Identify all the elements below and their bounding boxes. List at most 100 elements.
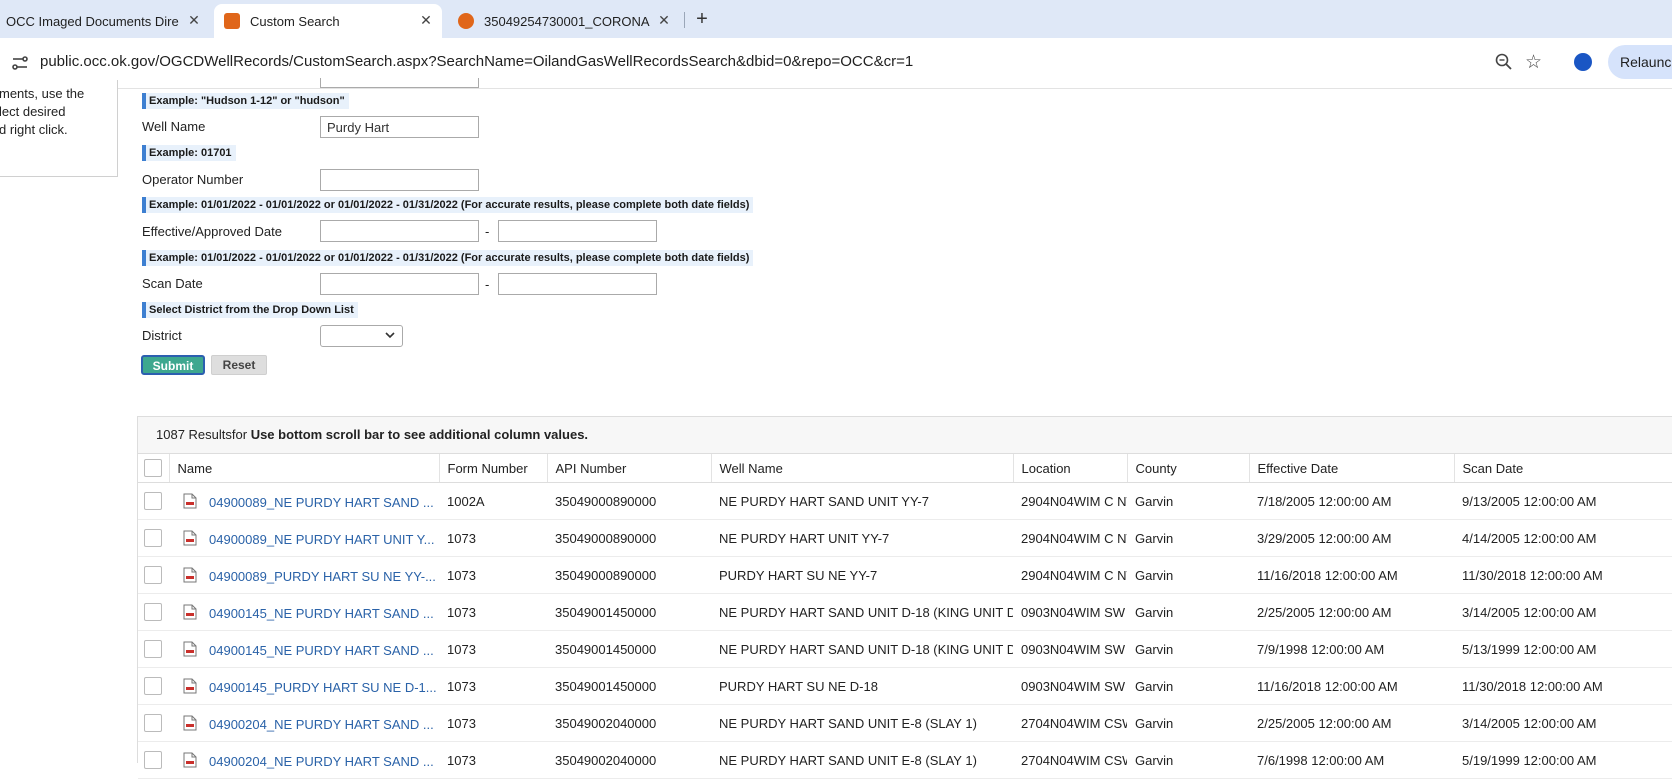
column-header-form-number[interactable]: Form Number	[439, 454, 548, 483]
row-well-name: NE PURDY HART SAND UNIT E-8 (SLAY 1)	[711, 704, 1013, 742]
table-row[interactable]: 04900204_NE PURDY HART SAND ... 1073 35049…	[138, 704, 1672, 742]
table-row[interactable]: 04900145_NE PURDY HART SAND ... 1073 35049…	[138, 593, 1672, 631]
row-select-cell	[138, 556, 169, 594]
operator-number-input[interactable]	[320, 169, 479, 191]
tab-separator	[684, 12, 685, 28]
document-link[interactable]: 04900145_NE PURDY HART SAND ...	[209, 606, 434, 621]
close-icon[interactable]: ✕	[418, 12, 434, 28]
bookmark-star-icon[interactable]: ☆	[1525, 51, 1542, 74]
results-for: for	[231, 427, 248, 442]
row-checkbox[interactable]	[144, 677, 162, 695]
row-county: Garvin	[1127, 630, 1249, 668]
row-location: 0903N04WIM SW	[1013, 630, 1127, 668]
row-effective-date: 11/16/2018 12:00:00 AM	[1249, 556, 1454, 594]
column-header-county[interactable]: County	[1127, 454, 1250, 483]
scan-date-to-input[interactable]	[498, 273, 657, 295]
row-well-name: NE PURDY HART SAND UNIT D-18 (KING UNIT …	[711, 593, 1013, 631]
row-name-cell: 04900089_NE PURDY HART UNIT Y...	[169, 519, 439, 557]
url-text[interactable]: public.occ.ok.gov/OGCDWellRecords/Custom…	[40, 53, 913, 70]
row-select-cell	[138, 482, 169, 520]
results-table-body: 04900089_NE PURDY HART SAND ... 1002A 3504…	[138, 482, 1672, 779]
document-link[interactable]: 04900089_NE PURDY HART UNIT Y...	[209, 532, 434, 547]
document-icon	[183, 678, 197, 693]
row-effective-date: 2/25/2005 12:00:00 AM	[1249, 593, 1454, 631]
tab-document[interactable]: 35049254730001_CORONA ✕	[446, 4, 680, 38]
column-header-location[interactable]: Location	[1013, 454, 1128, 483]
column-header-scan-date[interactable]: Scan Date	[1454, 454, 1672, 483]
select-all-header	[138, 454, 170, 483]
document-link[interactable]: 04900145_PURDY HART SU NE D-1...	[209, 680, 437, 695]
row-api-number: 35049002040000	[547, 741, 711, 779]
column-header-name[interactable]: Name	[169, 454, 440, 483]
tab-occ-imaged-documents[interactable]: OCC Imaged Documents Dire ✕	[0, 4, 210, 38]
column-header-well-name[interactable]: Well Name	[711, 454, 1014, 483]
well-name-input[interactable]: Purdy Hart	[320, 116, 479, 138]
column-header-api-number[interactable]: API Number	[547, 454, 712, 483]
column-header-effective-date[interactable]: Effective Date	[1249, 454, 1455, 483]
row-scan-date: 5/13/1999 12:00:00 AM	[1454, 630, 1672, 668]
row-effective-date: 7/6/1998 12:00:00 AM	[1249, 741, 1454, 779]
effective-date-to-input[interactable]	[498, 220, 657, 242]
row-checkbox[interactable]	[144, 529, 162, 547]
new-tab-icon[interactable]: +	[692, 9, 712, 29]
row-county: Garvin	[1127, 519, 1249, 557]
district-label: District	[142, 328, 182, 343]
table-row[interactable]: 04900145_PURDY HART SU NE D-1... 1073 3504…	[138, 667, 1672, 705]
results-table: Name Form Number API Number Well Name Lo…	[138, 454, 1672, 779]
close-icon[interactable]: ✕	[186, 12, 202, 28]
previous-field-input[interactable]	[320, 78, 479, 88]
hint-district: Select District from the Drop Down List	[142, 302, 358, 318]
row-select-cell	[138, 704, 169, 742]
district-select[interactable]	[320, 325, 403, 347]
select-all-checkbox[interactable]	[144, 459, 162, 477]
row-api-number: 35049001450000	[547, 667, 711, 705]
row-well-name: NE PURDY HART SAND UNIT D-18 (KING UNIT …	[711, 630, 1013, 668]
effective-date-from-input[interactable]	[320, 220, 479, 242]
scan-date-from-input[interactable]	[320, 273, 479, 295]
row-scan-date: 4/14/2005 12:00:00 AM	[1454, 519, 1672, 557]
profile-avatar-icon[interactable]	[1574, 53, 1592, 71]
row-checkbox[interactable]	[144, 751, 162, 769]
table-row[interactable]: 04900145_NE PURDY HART SAND ... 1073 35049…	[138, 630, 1672, 668]
row-checkbox[interactable]	[144, 492, 162, 510]
submit-button[interactable]: Submit	[141, 355, 205, 375]
tab-custom-search[interactable]: Custom Search ✕	[214, 4, 442, 38]
document-link[interactable]: 04900089_PURDY HART SU NE YY-...	[209, 569, 436, 584]
document-link[interactable]: 04900145_NE PURDY HART SAND ...	[209, 643, 434, 658]
row-scan-date: 9/13/2005 12:00:00 AM	[1454, 482, 1672, 520]
row-checkbox[interactable]	[144, 640, 162, 658]
effective-date-label: Effective/Approved Date	[142, 224, 282, 239]
document-link[interactable]: 04900204_NE PURDY HART SAND ...	[209, 754, 434, 769]
row-name-cell: 04900089_PURDY HART SU NE YY-...	[169, 556, 439, 594]
table-row[interactable]: 04900089_NE PURDY HART SAND ... 1002A 3504…	[138, 482, 1672, 520]
row-checkbox[interactable]	[144, 714, 162, 732]
site-info-icon[interactable]	[11, 54, 29, 72]
reset-button[interactable]: Reset	[211, 355, 267, 375]
table-row[interactable]: 04900089_PURDY HART SU NE YY-... 1073 3504…	[138, 556, 1672, 594]
row-api-number: 35049002040000	[547, 704, 711, 742]
row-name-cell: 04900145_PURDY HART SU NE D-1...	[169, 667, 439, 705]
table-row[interactable]: 04900089_NE PURDY HART UNIT Y... 1073 3504…	[138, 519, 1672, 557]
row-api-number: 35049000890000	[547, 556, 711, 594]
results-panel: 1087 Resultsfor Use bottom scroll bar to…	[137, 416, 1672, 779]
row-county: Garvin	[1127, 704, 1249, 742]
row-checkbox[interactable]	[144, 603, 162, 621]
row-scan-date: 11/30/2018 12:00:00 AM	[1454, 667, 1672, 705]
row-api-number: 35049001450000	[547, 630, 711, 668]
row-checkbox[interactable]	[144, 566, 162, 584]
document-link[interactable]: 04900204_NE PURDY HART SAND ...	[209, 717, 434, 732]
row-select-cell	[138, 630, 169, 668]
row-effective-date: 2/25/2005 12:00:00 AM	[1249, 704, 1454, 742]
relaunch-button[interactable]: Relaunch	[1608, 45, 1672, 79]
close-icon[interactable]: ✕	[656, 12, 672, 28]
row-well-name: NE PURDY HART SAND UNIT YY-7	[711, 482, 1013, 520]
hint-well-name: Example: "Hudson 1-12" or "hudson"	[142, 93, 349, 109]
table-row[interactable]: 04900204_NE PURDY HART SAND ... 1073 35049…	[138, 741, 1672, 779]
chevron-down-icon	[385, 332, 395, 339]
row-county: Garvin	[1127, 741, 1249, 779]
zoom-icon[interactable]	[1494, 52, 1514, 72]
document-icon	[183, 604, 197, 619]
document-icon	[183, 493, 197, 508]
document-link[interactable]: 04900089_NE PURDY HART SAND ...	[209, 495, 434, 510]
row-form-number: 1073	[439, 667, 547, 705]
